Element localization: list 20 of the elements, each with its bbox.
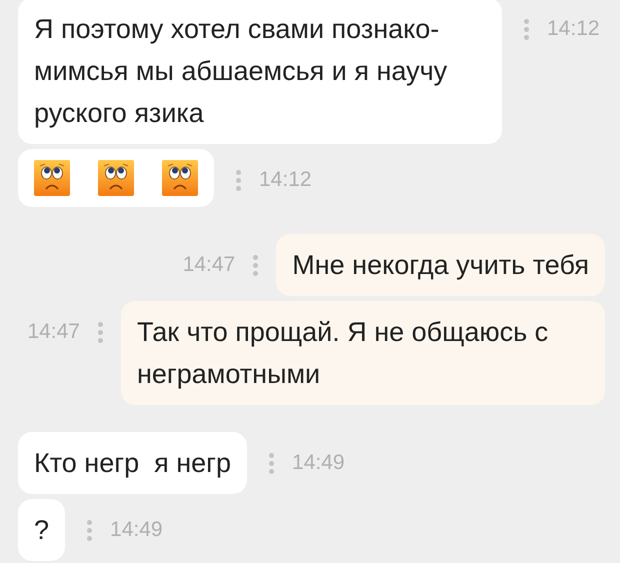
sad-face-icon [34,160,70,196]
message-bubble: Мне некогда учить тебя [276,234,605,296]
message-time: 14:47 [27,319,80,346]
more-icon [87,520,92,540]
message-time: 14:12 [547,16,600,42]
message-time: 14:49 [110,517,163,544]
more-icon [269,452,274,474]
sad-face-icon [162,160,198,196]
message-bubble: Я поэтому хотел свами познако-мимсья мы абшаемсья и я научу руского язика [18,0,502,144]
more-icon [236,170,241,190]
more-icon [524,18,529,40]
message-bubble: Кто негр я негр [18,432,248,494]
sad-face-icon [98,160,134,196]
more-icon [253,254,258,276]
message-time: 14:47 [182,252,236,278]
more-icon [98,322,103,342]
message-time: 14:12 [259,167,312,194]
message-bubble: ? [18,499,66,561]
message-time: 14:49 [292,450,345,476]
message-bubble: Так что прощай. Я не общаюсь с неграмотными [121,301,605,405]
